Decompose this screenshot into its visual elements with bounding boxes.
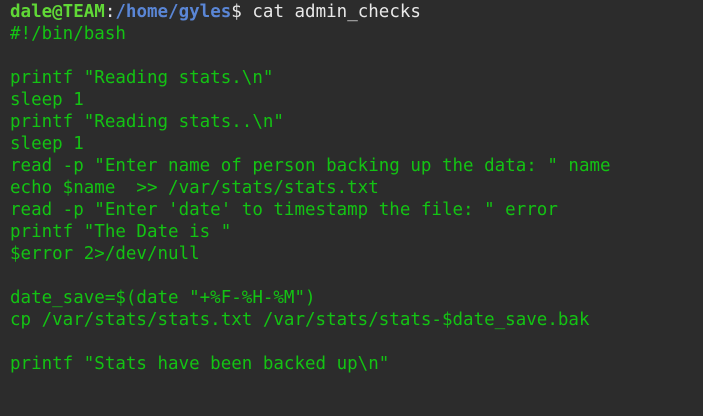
prompt-separator: : bbox=[104, 2, 116, 22]
output-line: read -p "Enter name of person backing up… bbox=[10, 156, 611, 176]
output-line: printf "Reading stats..\n" bbox=[10, 112, 284, 132]
prompt-path: /home/gyles bbox=[115, 2, 232, 22]
prompt-user-host: dale@TEAM bbox=[10, 2, 105, 22]
output-line: #!/bin/bash bbox=[10, 24, 126, 44]
output-line: date_save=$(date "+%F-%H-%M") bbox=[10, 288, 316, 308]
prompt-command: cat admin_checks bbox=[252, 2, 421, 22]
output-line: sleep 1 bbox=[10, 134, 84, 154]
output-line: printf "Stats have been backed up\n" bbox=[10, 354, 390, 374]
output-line: $error 2>/dev/null bbox=[10, 244, 200, 264]
output-line: echo $name >> /var/stats/stats.txt bbox=[10, 178, 379, 198]
output-line: read -p "Enter 'date' to timestamp the f… bbox=[10, 200, 558, 220]
terminal-window[interactable]: dale@TEAM:/home/gyles$ cat admin_checks … bbox=[0, 0, 703, 416]
prompt-symbol: $ bbox=[231, 2, 242, 22]
output-line: printf "The Date is " bbox=[10, 222, 232, 242]
output-line: cp /var/stats/stats.txt /var/stats/stats… bbox=[10, 310, 590, 330]
output-line: sleep 1 bbox=[10, 90, 84, 110]
output-line: printf "Reading stats.\n" bbox=[10, 68, 274, 88]
prompt-line: dale@TEAM:/home/gyles$ cat admin_checks bbox=[10, 1, 703, 23]
